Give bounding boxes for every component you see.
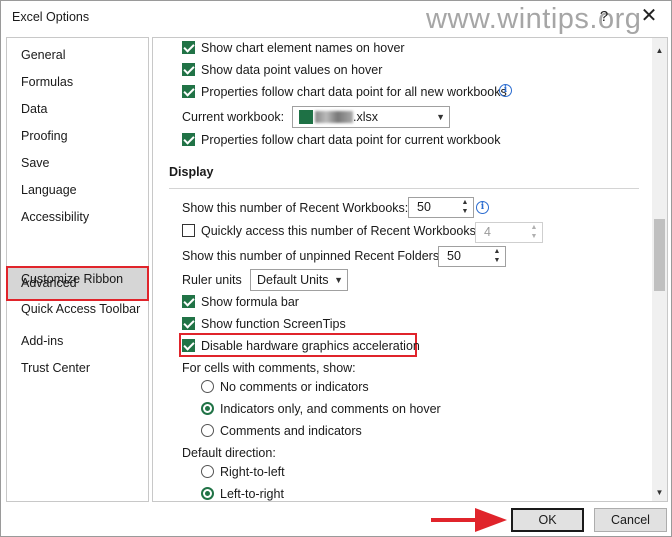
current-workbook-value: .xlsx [353,110,378,124]
option-label: Show function ScreenTips [201,317,346,331]
show-data-point-values-option[interactable]: Show data point values on hover [182,60,382,80]
sidebar-item-proofing[interactable]: Proofing [7,125,148,147]
spin-down-icon[interactable]: ▼ [460,207,470,216]
option-label: Comments and indicators [220,424,362,438]
excel-file-icon [299,110,313,124]
option-label: Quickly access this number of Recent Wor… [201,224,480,238]
close-button[interactable]: ✕ [637,5,661,29]
option-label: Properties follow chart data point for c… [201,133,501,147]
current-workbook-label: Current workbook: [182,110,285,124]
direction-option-ltr[interactable]: Left-to-right [201,484,284,501]
option-label: Disable hardware graphics acceleration [201,339,420,353]
comments-option-both[interactable]: Comments and indicators [201,421,362,441]
option-label: No comments or indicators [220,380,369,394]
option-label: Show chart element names on hover [201,41,405,55]
comments-option-none[interactable]: No comments or indicators [201,377,369,397]
option-label: Show data point values on hover [201,63,383,77]
spin-up-icon: ▲ [530,224,538,231]
sidebar-item-add-ins[interactable]: Add-ins [7,330,148,352]
spin-up-icon[interactable]: ▲ [492,247,502,256]
scrollbar-thumb[interactable] [654,219,665,291]
section-divider [169,188,639,189]
show-chart-element-names-checkbox[interactable] [182,41,195,54]
sidebar-item-accessibility[interactable]: Accessibility [7,206,148,228]
chevron-down-icon: ▼ [436,112,445,122]
quick-access-checkbox[interactable] [182,224,195,237]
properties-follow-all-option[interactable]: Properties follow chart data point for a… [182,82,507,102]
sidebar-item-quick-access-toolbar[interactable]: Quick Access Toolbar [7,298,148,320]
spinner-value: 50 [447,249,461,263]
ruler-units-value: Default Units [257,273,329,287]
show-function-screentips-checkbox[interactable] [182,317,195,330]
quick-access-option[interactable]: Quickly access this number of Recent Wor… [182,221,479,241]
sidebar-item-data[interactable]: Data [7,98,148,120]
title-bar: Excel Options www.wintips.org ? ✕ [1,1,671,35]
cancel-button[interactable]: Cancel [594,508,667,532]
properties-follow-current-option[interactable]: Properties follow chart data point for c… [182,130,500,150]
red-arrow-icon [431,508,507,532]
properties-follow-all-checkbox[interactable] [182,85,195,98]
chevron-down-icon: ▼ [334,275,343,285]
quick-access-spinner: 4 ▲ ▼ [475,222,543,243]
scroll-up-icon[interactable]: ▲ [652,43,667,58]
info-icon: i [476,201,489,214]
ruler-units-label: Ruler units [182,273,242,287]
radio-button[interactable] [201,465,214,478]
disable-hw-accel-option[interactable]: Disable hardware graphics acceleration [182,336,420,356]
direction-heading: Default direction: [182,446,276,460]
sidebar-item-general[interactable]: General [7,44,148,66]
show-function-screentips-option[interactable]: Show function ScreenTips [182,314,346,334]
section-heading-display: Display [169,165,214,179]
recent-workbooks-spinner[interactable]: 50 ▲ ▼ [408,197,474,218]
excel-options-dialog: Excel Options www.wintips.org ? ✕ Genera… [0,0,672,537]
ok-button[interactable]: OK [511,508,584,532]
sidebar-item-trust-center[interactable]: Trust Center [7,357,148,379]
spin-down-icon: ▼ [530,233,538,240]
show-formula-bar-checkbox[interactable] [182,295,195,308]
option-label: Indicators only, and comments on hover [220,402,441,416]
radio-button[interactable] [201,380,214,393]
sidebar-item-customize-ribbon[interactable]: Customize Ribbon [7,268,148,290]
show-formula-bar-option[interactable]: Show formula bar [182,292,299,312]
sidebar-item-language[interactable]: Language [7,179,148,201]
recent-workbooks-label: Show this number of Recent Workbooks: [182,201,409,215]
show-data-point-values-checkbox[interactable] [182,63,195,76]
properties-follow-current-checkbox[interactable] [182,133,195,146]
options-sidebar: General Formulas Data Proofing Save Lang… [6,37,149,502]
current-workbook-select[interactable]: .xlsx ▼ [292,106,450,128]
option-label: Left-to-right [220,487,284,501]
blurred-filename [315,111,353,123]
option-label: Properties follow chart data point for a… [201,85,507,99]
help-button[interactable]: ? [594,7,614,27]
sidebar-item-save[interactable]: Save [7,152,148,174]
show-chart-element-names-option[interactable]: Show chart element names on hover [182,38,405,58]
dialog-title: Excel Options [12,10,90,24]
option-label: Right-to-left [220,465,285,479]
unpinned-folders-label: Show this number of unpinned Recent Fold… [182,249,443,263]
direction-option-rtl[interactable]: Right-to-left [201,462,285,482]
advanced-options-pane: Show chart element names on hover Show d… [152,37,668,502]
info-icon: i [499,84,512,97]
disable-hw-accel-checkbox[interactable] [182,339,195,352]
radio-button[interactable] [201,424,214,437]
spin-down-icon[interactable]: ▼ [492,256,502,265]
comments-heading: For cells with comments, show: [182,361,356,375]
sidebar-item-formulas[interactable]: Formulas [7,71,148,93]
scroll-down-icon[interactable]: ▼ [652,485,667,500]
spinner-value: 50 [417,200,431,214]
vertical-scrollbar[interactable]: ▲ ▼ [652,38,667,501]
spinner-value: 4 [484,225,491,239]
radio-button[interactable] [201,402,214,415]
radio-button[interactable] [201,487,214,500]
ruler-units-select[interactable]: Default Units ▼ [250,269,348,291]
spin-up-icon[interactable]: ▲ [460,198,470,207]
unpinned-folders-spinner[interactable]: 50 ▲ ▼ [438,246,506,267]
comments-option-indicators-only[interactable]: Indicators only, and comments on hover [201,399,441,419]
option-label: Show formula bar [201,295,299,309]
